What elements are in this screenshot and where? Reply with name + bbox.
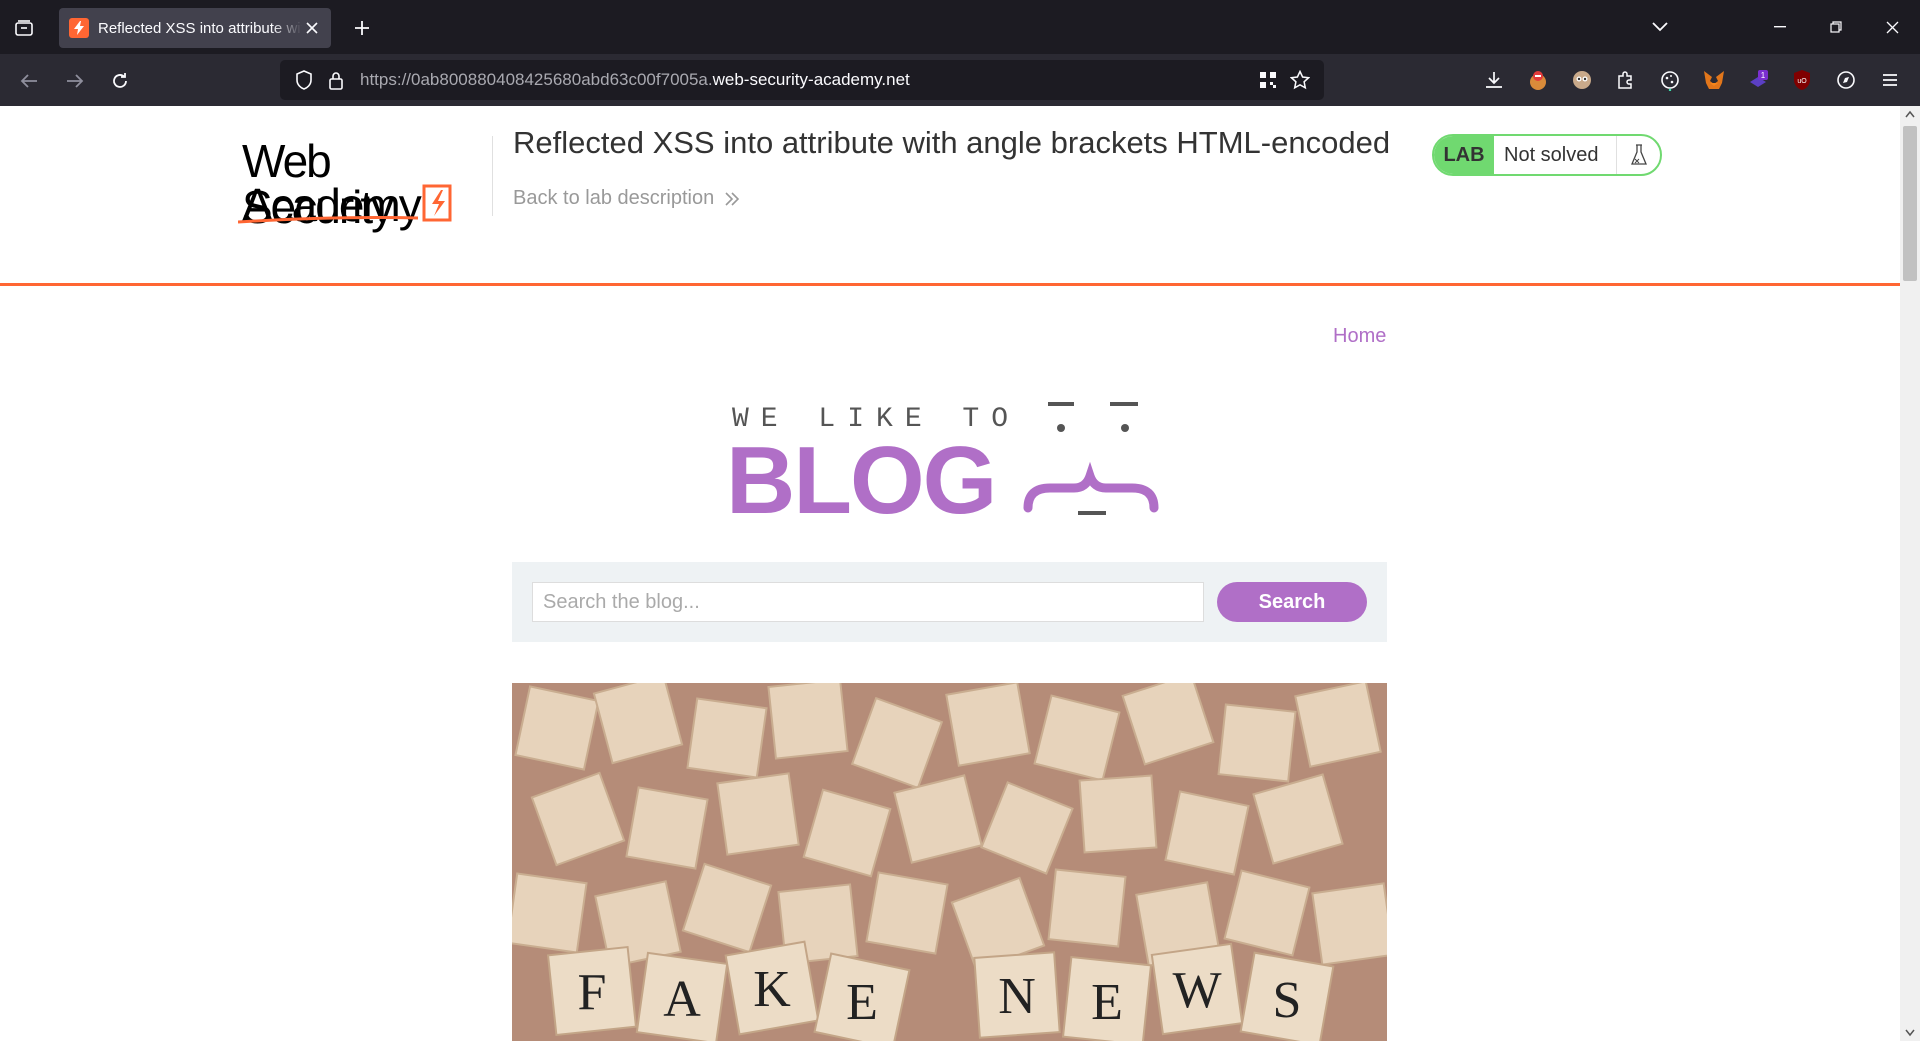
extension-face-icon[interactable] (1560, 58, 1604, 102)
lab-title: Reflected XSS into attribute with angle … (513, 125, 1391, 160)
minimize-button[interactable] (1752, 0, 1808, 54)
bookmark-star-icon[interactable] (1286, 66, 1314, 94)
firefox-view-icon[interactable] (10, 14, 38, 42)
reload-icon[interactable] (105, 66, 135, 96)
new-tab-button[interactable] (348, 14, 376, 42)
tile-letter: W (1172, 962, 1221, 1019)
close-tab-icon[interactable] (303, 19, 321, 37)
scrollbar-thumb[interactable] (1903, 126, 1917, 281)
blog-face-icon (1023, 402, 1159, 515)
back-to-lab-description-link[interactable]: Back to lab description (513, 187, 740, 210)
page-scrollbar[interactable] (1900, 106, 1920, 1041)
web-page: Web Security Academy Reflected XSS into … (0, 106, 1900, 1041)
blog-banner: WE LIKE TO BLOG (720, 396, 1180, 534)
url-bar[interactable]: https://0ab800880408425680abd63c00f7005a… (280, 60, 1324, 100)
lab-status-text: Not solved (1504, 143, 1599, 166)
home-link[interactable]: Home (1333, 325, 1386, 348)
extensions-puzzle-icon[interactable] (1604, 58, 1648, 102)
restore-button[interactable] (1808, 0, 1864, 54)
tile-letter: F (578, 964, 607, 1021)
tracking-shield-icon[interactable] (290, 66, 318, 94)
svg-text:uO: uO (1797, 78, 1807, 85)
metamask-fox-icon[interactable] (1692, 58, 1736, 102)
compass-extension-icon[interactable] (1824, 58, 1868, 102)
header-divider (492, 136, 493, 216)
ublock-origin-icon[interactable]: uO (1780, 58, 1824, 102)
lightning-icon (69, 18, 89, 38)
qr-code-icon[interactable] (1254, 66, 1282, 94)
extension-badge-count: 1 (1761, 71, 1766, 80)
web-security-academy-logo[interactable]: Web Security Academy (238, 130, 488, 230)
tile-letter: N (998, 968, 1036, 1025)
lab-badge: LAB (1434, 136, 1494, 174)
extension-purple-icon[interactable]: 1 (1736, 58, 1780, 102)
url-text[interactable]: https://0ab800880408425680abd63c00f7005a… (360, 70, 910, 90)
browser-tab-active[interactable]: Reflected XSS into attribute with angle … (59, 8, 331, 48)
extension-blocker-icon[interactable] (1516, 58, 1560, 102)
url-domain: web-security-academy.net (712, 70, 910, 89)
tab-bar: Reflected XSS into attribute with angle … (0, 0, 1920, 54)
blog-banner-title: BLOG (726, 427, 997, 534)
logo-mark (238, 184, 452, 224)
post-image-fake-news[interactable]: F A K E N E W S (512, 683, 1387, 1041)
search-panel: Search (512, 562, 1387, 642)
lab-header: Web Security Academy Reflected XSS into … (0, 106, 1900, 286)
hamburger-menu-icon[interactable] (1868, 58, 1912, 102)
downloads-icon[interactable] (1472, 58, 1516, 102)
search-input[interactable] (532, 582, 1204, 622)
close-window-button[interactable] (1864, 0, 1920, 54)
scroll-up-arrow-icon[interactable] (1905, 110, 1915, 118)
back-arrow-icon[interactable] (14, 66, 44, 96)
search-button[interactable]: Search (1217, 582, 1367, 622)
scroll-down-arrow-icon[interactable] (1905, 1029, 1915, 1037)
list-all-tabs-icon[interactable] (1642, 9, 1678, 45)
navigation-toolbar: https://0ab800880408425680abd63c00f7005a… (0, 54, 1920, 106)
tile-letter: K (753, 961, 791, 1018)
lock-icon[interactable] (322, 66, 350, 94)
double-chevron-right-icon (725, 191, 740, 206)
tile-letter: S (1273, 972, 1302, 1029)
tile-letter: E (846, 974, 878, 1031)
forward-arrow-icon[interactable] (60, 66, 90, 96)
flask-icon (1616, 136, 1660, 174)
tile-letter: E (1091, 974, 1123, 1031)
back-link-label: Back to lab description (513, 187, 715, 209)
cookie-extension-icon[interactable] (1648, 58, 1692, 102)
tab-title: Reflected XSS into attribute with angle … (98, 19, 302, 37)
tile-letter: A (663, 971, 701, 1028)
url-prefix: https://0ab800880408425680abd63c00f7005a… (360, 70, 713, 89)
lab-status-widget: LAB Not solved (1432, 134, 1662, 176)
scrabble-tiles-image: F A K E N E W S (512, 683, 1387, 1041)
